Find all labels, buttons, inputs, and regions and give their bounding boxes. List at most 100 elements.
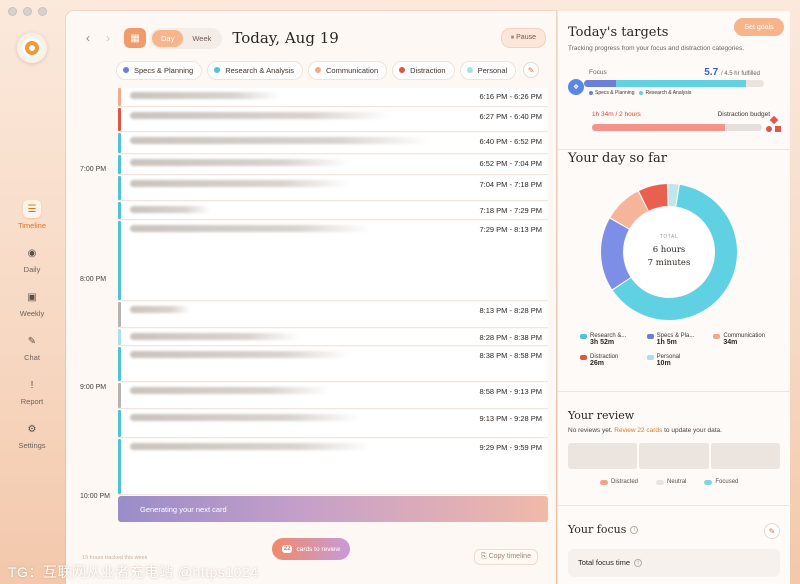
timeline-card[interactable]: 7:18 PM - 7:29 PM xyxy=(118,202,548,220)
focus-progress-bar xyxy=(584,80,764,87)
weekly-icon: ▣ xyxy=(27,291,37,303)
targets-title: Today's targets xyxy=(568,25,669,40)
review-legend-label: Neutral xyxy=(667,479,687,485)
distraction-value: 1h 34m / 2 hours xyxy=(592,111,641,118)
next-day-arrow-icon[interactable]: › xyxy=(98,31,118,45)
legend-item: Speсs & Pla... 1h 5m xyxy=(646,333,714,346)
category-chip[interactable]: Personal xyxy=(459,60,517,80)
edit-focus-button[interactable]: ✎ xyxy=(764,523,780,539)
distraction-budget: 1h 34m / 2 hours Distraction budget xyxy=(592,111,782,135)
calendar-button[interactable]: ▦ xyxy=(124,28,146,48)
cards-to-review-button[interactable]: 22 cards to review xyxy=(272,538,350,560)
focus-brain-icon: ❖ xyxy=(568,79,584,95)
page-title: Today, Aug 19 xyxy=(232,29,339,47)
sidebar: ☰ Timeline ◉ Daily ▣ Weekly ✎ Chat ! Report ⚙ Setti… xyxy=(0,0,64,584)
review-title: Your review xyxy=(568,409,635,422)
category-chip[interactable]: Distraction xyxy=(392,60,455,80)
pause-button[interactable]: ⏸ Pause xyxy=(500,28,546,48)
redacted-title xyxy=(130,443,370,450)
donut-total-minutes: 7 minutes xyxy=(647,258,691,268)
focus-section-title: Your focus i xyxy=(568,523,639,536)
category-chip[interactable]: Research & Analysis xyxy=(207,60,304,80)
category-chip[interactable]: Communication xyxy=(308,60,388,80)
sidebar-item-timeline[interactable]: ☰ Timeline xyxy=(6,200,58,230)
app-logo xyxy=(17,33,47,63)
daily-icon: ◉ xyxy=(27,247,37,259)
legend-swatch xyxy=(646,333,654,339)
legend-item: Communication 34m xyxy=(713,333,780,346)
info-icon[interactable]: i xyxy=(630,526,639,534)
timeline-card[interactable]: 7:29 PM - 8:13 PM xyxy=(118,221,548,301)
hour-label: 8:00 PM xyxy=(80,276,107,283)
timeline-card[interactable]: 8:13 PM - 8:28 PM xyxy=(118,302,548,328)
category-label: Specs & Planning xyxy=(134,65,194,75)
edit-categories-button[interactable]: ✎ xyxy=(523,62,540,78)
category-bar xyxy=(118,88,121,106)
review-link[interactable]: Review 22 cards xyxy=(614,427,662,434)
copy-icon: ⎘ xyxy=(481,553,487,560)
insights-panel: Today's targets Set goals Tracking progr… xyxy=(557,11,791,584)
set-goals-button[interactable]: Set goals xyxy=(734,18,784,36)
sidebar-item-settings[interactable]: ⚙ Settings xyxy=(6,420,58,451)
sidebar-item-report[interactable]: ! Report xyxy=(6,376,58,407)
timeline-card[interactable]: 9:13 PM - 9:28 PM xyxy=(118,410,548,438)
sidebar-item-chat[interactable]: ✎ Chat xyxy=(6,332,58,363)
category-bar xyxy=(118,202,121,219)
info-icon[interactable]: i xyxy=(634,559,643,568)
targets-subtitle: Tracking progress from your focus and di… xyxy=(568,45,745,52)
timeline-card[interactable]: 9:29 PM - 9:59 PM xyxy=(118,439,548,495)
focus-label: Focus xyxy=(589,69,607,76)
category-bar xyxy=(118,133,121,153)
generating-card: Generating your next card xyxy=(118,496,548,522)
category-label: Communication xyxy=(326,65,379,75)
previous-day-arrow-icon[interactable]: ‹ xyxy=(78,31,98,45)
review-count-badge: 22 xyxy=(281,545,293,553)
generating-label: Generating your next card xyxy=(140,504,227,514)
category-label: Distraction xyxy=(410,65,446,75)
day-view-tab[interactable]: Day xyxy=(152,29,184,47)
divider xyxy=(558,505,791,506)
copy-timeline-label: Copy timeline xyxy=(488,553,531,560)
legend-item: Research &... 3h 52m xyxy=(580,333,647,346)
hour-label: 10:00 PM xyxy=(80,493,110,500)
focus-hours: 5.7 xyxy=(704,67,719,78)
calendar-icon: ▦ xyxy=(130,32,140,44)
timeline-card[interactable]: 8:38 PM - 8:58 PM xyxy=(118,347,548,382)
focus-research-fill xyxy=(616,80,746,87)
card-time-range: 7:29 PM - 8:13 PM xyxy=(479,225,542,234)
sidebar-item-label: Settings xyxy=(18,441,46,450)
card-time-range: 8:38 PM - 8:58 PM xyxy=(479,351,542,360)
gear-icon: ⚙ xyxy=(27,423,37,435)
timeline-icon: ☰ xyxy=(23,200,41,218)
category-chip[interactable]: Specs & Planning xyxy=(116,60,203,80)
review-legend-item: Focused xyxy=(704,479,738,485)
category-dot xyxy=(214,67,221,73)
category-label: Personal xyxy=(477,65,508,75)
legend-value: 10m xyxy=(656,360,671,367)
legend-value: 1h 5m xyxy=(656,339,677,346)
redacted-title xyxy=(130,225,370,232)
pencil-icon: ✎ xyxy=(527,65,535,75)
weekly-hours-note: 19 hours tracked this week xyxy=(82,555,148,561)
week-view-tab[interactable]: Week xyxy=(183,30,220,47)
copy-timeline-button[interactable]: ⎘ Copy timeline xyxy=(474,549,538,565)
legend-swatch xyxy=(580,333,587,339)
timeline-card[interactable]: 6:27 PM - 6:40 PM xyxy=(118,108,548,132)
sidebar-item-weekly[interactable]: ▣ Weekly xyxy=(6,288,58,319)
timeline-card[interactable]: 6:52 PM - 7:04 PM xyxy=(118,155,548,175)
category-bar xyxy=(118,439,121,494)
sidebar-item-label: Daily xyxy=(23,265,41,274)
sidebar-item-daily[interactable]: ◉ Daily xyxy=(6,244,58,275)
legend-value: 26m xyxy=(590,360,605,367)
timeline-card[interactable]: 6:16 PM - 6:26 PM xyxy=(118,88,548,107)
review-placeholder xyxy=(568,443,780,469)
timeline-card[interactable]: 6:40 PM - 6:52 PM xyxy=(118,133,548,154)
review-legend-item: Neutral xyxy=(656,479,686,485)
card-time-range: 8:13 PM - 8:28 PM xyxy=(479,306,542,315)
redacted-title xyxy=(130,137,430,144)
timeline-card[interactable]: 8:58 PM - 9:13 PM xyxy=(118,383,548,409)
donut-center: TOTAL 6 hours 7 minutes xyxy=(594,177,744,327)
timeline-card[interactable]: 8:28 PM - 8:38 PM xyxy=(118,329,548,346)
timeline-card[interactable]: 7:04 PM - 7:18 PM xyxy=(118,176,548,201)
donut-chart: TOTAL 6 hours 7 minutes xyxy=(594,177,744,327)
